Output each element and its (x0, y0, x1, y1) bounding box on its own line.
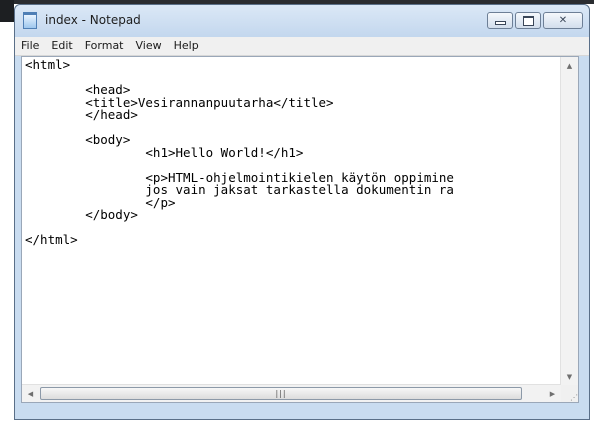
scroll-down-arrow-icon[interactable]: ▼ (561, 368, 578, 385)
menu-file[interactable]: File (15, 37, 45, 55)
desktop-edge-left (0, 0, 14, 22)
scroll-left-arrow-icon[interactable]: ◀ (22, 385, 39, 402)
minimize-button[interactable] (487, 12, 513, 29)
window-title: index - Notepad (45, 13, 141, 27)
maximize-icon (522, 15, 534, 26)
minimize-icon (494, 21, 506, 25)
maximize-button[interactable] (515, 12, 541, 29)
close-icon: ✕ (558, 15, 568, 26)
horizontal-scrollbar[interactable]: ◀ ||| ▶ (22, 384, 561, 402)
code-line: <html> (25, 59, 71, 72)
menu-bar: File Edit Format View Help (15, 37, 589, 56)
title-bar[interactable]: index - Notepad ✕ (15, 5, 589, 37)
vertical-scrollbar[interactable]: ▲ ▼ (560, 57, 578, 385)
menu-help[interactable]: Help (168, 37, 205, 55)
menu-edit[interactable]: Edit (45, 37, 78, 55)
menu-view[interactable]: View (130, 37, 168, 55)
code-line: </head> (25, 107, 138, 122)
code-line: </html> (25, 232, 78, 247)
scroll-right-arrow-icon[interactable]: ▶ (544, 385, 561, 402)
notepad-icon[interactable] (23, 12, 37, 29)
code-line: <h1>Hello World!</h1> (25, 144, 304, 160)
menu-format[interactable]: Format (79, 37, 130, 55)
caption-buttons: ✕ (485, 12, 583, 30)
document-text[interactable]: <html> <head> <title>Vesirannanpuutarha<… (25, 59, 560, 384)
horizontal-scroll-thumb[interactable]: ||| (40, 387, 522, 400)
notepad-window: index - Notepad ✕ File Edit Format View … (14, 4, 590, 420)
close-button[interactable]: ✕ (543, 12, 583, 29)
size-grip-icon[interactable]: ⋰ (561, 385, 578, 402)
text-editor[interactable]: <html> <head> <title>Vesirannanpuutarha<… (21, 56, 579, 403)
thumb-grip-icon: ||| (275, 389, 287, 398)
code-line: </body> (25, 207, 138, 222)
scroll-up-arrow-icon[interactable]: ▲ (561, 57, 578, 74)
